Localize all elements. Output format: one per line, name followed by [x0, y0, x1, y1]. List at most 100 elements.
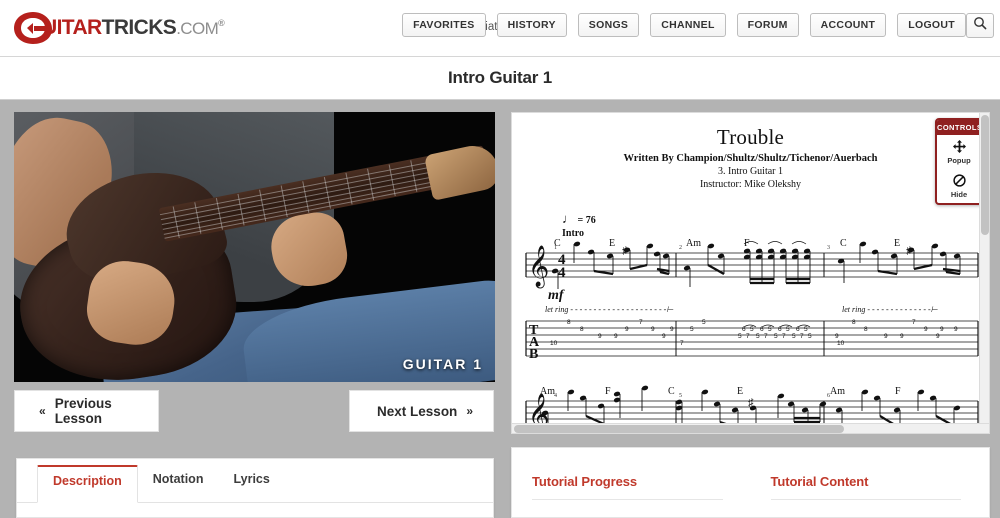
svg-text:8: 8	[567, 319, 571, 326]
svg-text:6: 6	[742, 326, 746, 333]
svg-text:7: 7	[746, 333, 750, 340]
main-stage: GUITAR 1 « Previous Lesson Next Lesson »…	[0, 100, 1000, 518]
search-button[interactable]	[966, 13, 994, 38]
controls-header: CONTROLS	[937, 120, 981, 135]
notation-horizontal-scrollbar[interactable]	[512, 423, 989, 433]
svg-text:7: 7	[764, 333, 768, 340]
svg-text:8: 8	[864, 326, 868, 333]
svg-text:7: 7	[680, 340, 684, 347]
logo-dotcom: .COM	[176, 19, 219, 38]
move-arrows-icon	[937, 140, 981, 155]
lesson-video-player[interactable]: GUITAR 1	[14, 112, 495, 382]
svg-text:♯: ♯	[906, 245, 912, 257]
nav-history-button[interactable]: HISTORY	[496, 13, 567, 37]
svg-text:6: 6	[778, 326, 782, 333]
nav-logout-button[interactable]: LOGOUT	[897, 13, 966, 37]
svg-text:C: C	[840, 238, 847, 249]
logo-registered: ®	[218, 18, 225, 28]
chevron-left-icon: «	[39, 404, 46, 418]
nav-favorites-button[interactable]: FAVORITES	[402, 13, 486, 37]
nav-songs-button[interactable]: SONGS	[577, 13, 640, 37]
svg-text:♯: ♯	[748, 397, 754, 409]
svg-text:5: 5	[756, 333, 760, 340]
svg-text:9: 9	[662, 333, 666, 340]
svg-text:9: 9	[924, 326, 928, 333]
music-staff-graphic: 𝄞 𝄞 4 4 T A B 1 2 3 4 5 6 C E Am F C E A…	[525, 238, 979, 433]
svg-text:6: 6	[760, 326, 764, 333]
hide-control-label: Hide	[950, 190, 968, 199]
svg-text:9: 9	[598, 333, 602, 340]
tab-notation[interactable]: Notation	[138, 473, 219, 502]
svg-text:9: 9	[625, 326, 629, 333]
guitar-pick-g-icon	[12, 10, 54, 46]
svg-text:6: 6	[796, 326, 800, 333]
tutorial-content-divider	[770, 499, 961, 500]
previous-lesson-button[interactable]: « Previous Lesson	[14, 390, 159, 432]
svg-text:5: 5	[804, 326, 808, 333]
svg-text:9: 9	[651, 326, 655, 333]
nav-account-button[interactable]: ACCOUNT	[809, 13, 887, 37]
next-lesson-button[interactable]: Next Lesson »	[349, 390, 494, 432]
nav-channel-button[interactable]: CHANNEL	[650, 13, 726, 37]
logo-word2: TRICKS	[101, 16, 177, 39]
video-overlay-label: GUITAR 1	[402, 356, 483, 372]
svg-text:7: 7	[800, 333, 804, 340]
popup-control-button[interactable]: Popup	[937, 135, 981, 169]
svg-text:8: 8	[580, 326, 584, 333]
tab-lyrics[interactable]: Lyrics	[218, 473, 284, 502]
svg-text:5: 5	[690, 326, 694, 333]
lesson-info-tab-panel: Description Notation Lyrics	[16, 458, 494, 518]
svg-text:5: 5	[786, 326, 790, 333]
svg-text:9: 9	[835, 333, 839, 340]
svg-text:10: 10	[550, 340, 558, 347]
svg-text:9: 9	[954, 326, 958, 333]
svg-text:5: 5	[768, 326, 772, 333]
svg-text:5: 5	[750, 326, 754, 333]
tutorial-panel: Tutorial Progress Tutorial Content	[511, 447, 990, 518]
svg-text:5: 5	[774, 333, 778, 340]
svg-text:9: 9	[940, 326, 944, 333]
svg-text:♯: ♯	[622, 245, 628, 257]
svg-text:E: E	[609, 238, 615, 249]
chevron-right-icon: »	[466, 404, 473, 418]
tutorial-progress-column: Tutorial Progress	[512, 448, 751, 517]
notation-controls-panel: CONTROLS Popup Hide	[935, 118, 983, 205]
svg-text:7: 7	[639, 319, 643, 326]
svg-text:5: 5	[808, 333, 812, 340]
svg-text:4: 4	[558, 265, 566, 281]
nav-forum-button[interactable]: FORUM	[736, 13, 799, 37]
tutorial-progress-divider	[532, 499, 723, 500]
previous-lesson-label: Previous Lesson	[54, 396, 112, 426]
primary-nav: FAVORITES HISTORY SONGS CHANNEL FORUM AC…	[402, 13, 966, 37]
svg-text:7: 7	[782, 333, 786, 340]
tutorial-content-title: Tutorial Content	[770, 474, 869, 489]
svg-text:C: C	[668, 386, 675, 397]
vertical-scroll-thumb[interactable]	[981, 115, 989, 235]
site-logo[interactable]: UITARTRICKS.COM®	[12, 9, 225, 47]
tab-description[interactable]: Description	[37, 465, 138, 503]
svg-text:5: 5	[738, 333, 742, 340]
svg-text:C: C	[554, 238, 561, 249]
svg-text:9: 9	[614, 333, 618, 340]
svg-text:9: 9	[670, 326, 674, 333]
hide-control-button[interactable]: Hide	[937, 169, 981, 203]
svg-text:5: 5	[679, 393, 682, 399]
notation-viewer[interactable]: Trouble Written By Champion/Shultz/Shult…	[511, 112, 990, 434]
svg-text:F: F	[605, 386, 611, 397]
svg-text:𝄞: 𝄞	[528, 245, 549, 288]
svg-text:Am: Am	[540, 386, 555, 397]
svg-text:3: 3	[827, 245, 830, 251]
svg-text:Am: Am	[830, 386, 845, 397]
svg-text:B: B	[529, 347, 538, 362]
svg-text:5: 5	[792, 333, 796, 340]
logo-wordmark: UITARTRICKS.COM®	[42, 16, 225, 40]
page-title: Intro Guitar 1	[448, 68, 552, 87]
svg-text:7: 7	[912, 319, 916, 326]
svg-text:E: E	[894, 238, 900, 249]
lesson-title-bar: Intro Guitar 1	[0, 57, 1000, 100]
svg-text:5: 5	[702, 319, 706, 326]
svg-text:8: 8	[852, 319, 856, 326]
svg-text:10: 10	[837, 340, 845, 347]
notation-vertical-scrollbar[interactable]	[979, 113, 989, 433]
horizontal-scroll-thumb[interactable]	[514, 425, 844, 433]
